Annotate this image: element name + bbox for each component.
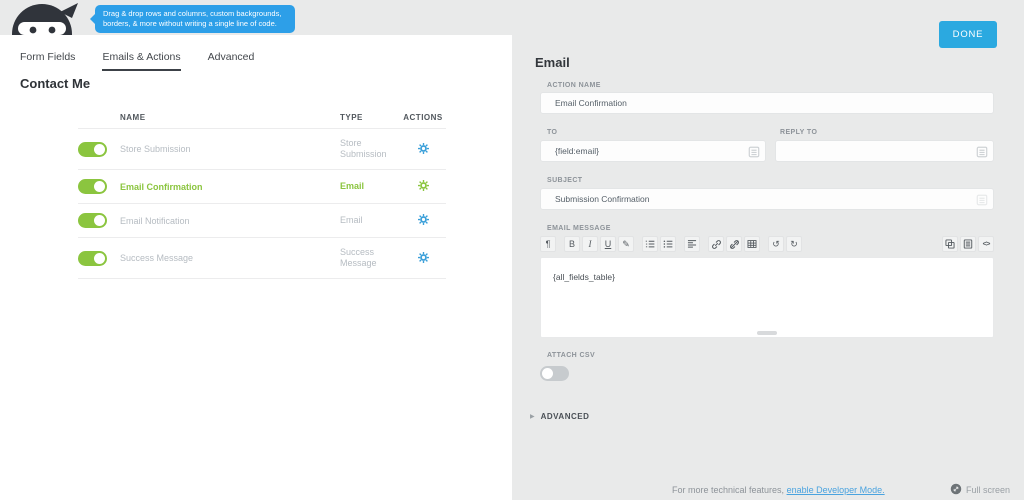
merge-tags-icon[interactable] [976, 193, 988, 211]
fullscreen-icon [950, 483, 962, 497]
action-settings-panel: Email ACTION NAME TO REPLY TO SUBJECT EM… [512, 0, 1024, 500]
action-enabled-toggle[interactable] [78, 179, 107, 194]
underline-button[interactable]: U [600, 236, 616, 252]
tab-form-fields[interactable]: Form Fields [20, 51, 75, 71]
redo-button[interactable]: ↻ [786, 236, 802, 252]
tab-bar: Form Fields Emails & Actions Advanced [20, 51, 254, 71]
action-enabled-toggle[interactable] [78, 141, 107, 157]
rich-text-toolbar: ¶ B I U ✎ ↺ ↻ <> [540, 236, 994, 253]
column-header-type: TYPE [340, 113, 363, 122]
to-label: TO [547, 129, 558, 136]
toggle-knob [94, 215, 105, 226]
panel-title: Email [535, 55, 570, 70]
done-button[interactable]: DONE [939, 21, 997, 48]
gear-icon[interactable] [417, 251, 429, 263]
action-type: Success Message [340, 247, 377, 268]
tab-advanced[interactable]: Advanced [208, 51, 255, 71]
remove-format-button[interactable]: ✎ [618, 236, 634, 252]
form-title: Contact Me [20, 76, 91, 91]
toggle-knob [542, 368, 553, 379]
gear-icon[interactable] [417, 214, 429, 225]
attach-csv-toggle[interactable] [540, 366, 569, 381]
subject-input[interactable] [540, 188, 994, 210]
action-type: Email [340, 181, 365, 191]
to-input[interactable] [540, 140, 766, 162]
developer-mode-note: For more technical features, enable Deve… [672, 485, 885, 495]
advanced-section-toggle[interactable]: ▶ ADVANCED [530, 412, 589, 421]
table-row-email-notification: Email Notification Email [78, 204, 446, 238]
toggle-knob [94, 252, 105, 264]
actions-table-header: NAME TYPE ACTIONS [78, 107, 446, 129]
chevron-right-icon: ▶ [530, 414, 535, 420]
action-name[interactable]: Email Confirmation [120, 182, 340, 192]
unordered-list-button[interactable] [660, 236, 676, 252]
column-header-name: NAME [120, 113, 146, 122]
full-screen-button[interactable]: Full screen [950, 483, 1010, 497]
paragraph-button[interactable]: ¶ [540, 236, 556, 252]
email-message-content: {all_fields_table} [553, 272, 615, 282]
tooltip-line-1: Drag & drop rows and columns, custom bac… [103, 9, 282, 18]
tooltip-line-2: borders, & more without writing a single… [103, 19, 277, 28]
actions-table: NAME TYPE ACTIONS Store Submission Store… [78, 107, 446, 279]
reply-to-label: REPLY TO [780, 129, 818, 136]
code-view-button[interactable]: <> [978, 236, 994, 252]
action-name[interactable]: Success Message [120, 253, 340, 263]
tab-emails-actions[interactable]: Emails & Actions [102, 51, 181, 71]
align-left-button[interactable] [684, 236, 700, 252]
column-header-actions: ACTIONS [403, 113, 443, 122]
bold-button[interactable]: B [564, 236, 580, 252]
action-enabled-toggle[interactable] [78, 250, 107, 266]
merge-tags-icon[interactable] [976, 145, 988, 163]
insert-table-button[interactable] [744, 236, 760, 252]
footer-text: For more technical features, [672, 485, 787, 495]
italic-button[interactable]: I [582, 236, 598, 252]
email-message-editor[interactable]: {all_fields_table} [540, 257, 994, 338]
action-name-input[interactable] [540, 92, 994, 114]
insert-link-button[interactable] [708, 236, 724, 252]
fullscreen-label: Full screen [965, 485, 1010, 495]
feature-tooltip: Drag & drop rows and columns, custom bac… [90, 5, 295, 33]
ninja-forms-logo[interactable] [8, 0, 78, 64]
gear-icon[interactable] [417, 142, 429, 154]
action-type: Email [340, 215, 363, 225]
form-builder-panel: Form Fields Emails & Actions Advanced Co… [0, 35, 512, 500]
table-row-success-message: Success Message Success Message [78, 238, 446, 279]
merge-tags-icon[interactable] [748, 145, 760, 163]
action-name[interactable]: Email Notification [120, 216, 340, 226]
subject-label: SUBJECT [547, 177, 583, 184]
add-media-button[interactable] [942, 236, 958, 252]
resize-handle[interactable] [757, 331, 777, 335]
gear-icon[interactable] [417, 180, 429, 191]
action-name-label: ACTION NAME [547, 82, 601, 89]
enable-developer-mode-link[interactable]: enable Developer Mode. [787, 485, 885, 495]
table-row-email-confirmation: Email Confirmation Email [78, 170, 446, 204]
action-name[interactable]: Store Submission [120, 144, 340, 154]
merge-tags-button[interactable] [960, 236, 976, 252]
attach-csv-label: ATTACH CSV [547, 352, 596, 359]
toggle-knob [94, 181, 105, 192]
reply-to-input[interactable] [775, 140, 994, 162]
advanced-label: ADVANCED [540, 412, 590, 421]
undo-button[interactable]: ↺ [768, 236, 784, 252]
table-row-store-submission: Store Submission Store Submission [78, 129, 446, 170]
toggle-knob [94, 143, 105, 155]
ordered-list-button[interactable] [642, 236, 658, 252]
action-type: Store Submission [340, 138, 387, 159]
remove-link-button[interactable] [726, 236, 742, 252]
email-message-label: EMAIL MESSAGE [547, 225, 611, 232]
action-enabled-toggle[interactable] [78, 213, 107, 228]
